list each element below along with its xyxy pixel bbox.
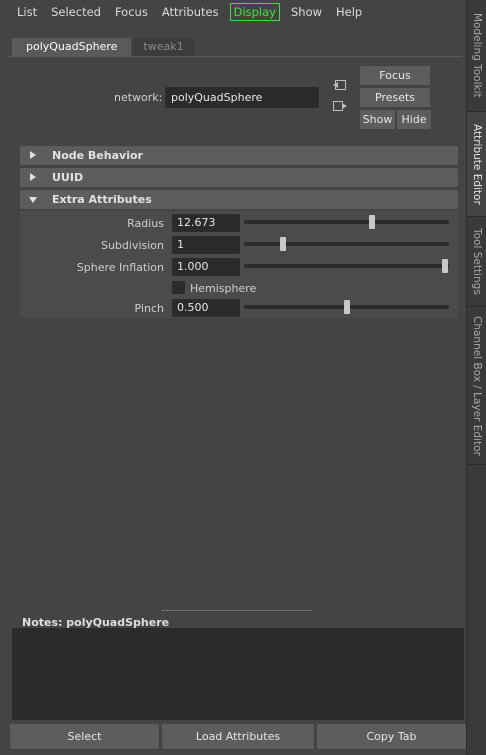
hemisphere-label: Hemisphere	[190, 282, 257, 295]
menu-bar: List Selected Focus Attributes Display S…	[0, 0, 466, 24]
side-tab-channel-box[interactable]: Channel Box / Layer Editor	[467, 307, 486, 465]
section-extra-attributes[interactable]: Extra Attributes	[20, 190, 458, 209]
slider-thumb[interactable]	[344, 300, 350, 314]
notes-textarea[interactable]	[12, 628, 464, 720]
menu-focus[interactable]: Focus	[108, 0, 155, 24]
menu-selected[interactable]: Selected	[44, 0, 108, 24]
pinch-slider[interactable]	[244, 300, 449, 314]
load-attributes-button[interactable]: Load Attributes	[162, 724, 314, 749]
side-tab-label: Modeling Toolkit	[471, 13, 483, 98]
hemisphere-checkbox[interactable]	[172, 281, 185, 294]
sphere-inflation-slider[interactable]	[244, 259, 449, 273]
tab-divider	[8, 56, 462, 57]
menu-attributes[interactable]: Attributes	[155, 0, 226, 24]
section-label: UUID	[52, 171, 84, 184]
section-node-behavior[interactable]: Node Behavior	[20, 146, 458, 165]
focus-button[interactable]: Focus	[360, 66, 430, 85]
side-tab-modeling-toolkit[interactable]: Modeling Toolkit	[467, 0, 486, 112]
notes-resize-handle[interactable]	[162, 610, 312, 611]
copy-tab-button[interactable]: Copy Tab	[317, 724, 466, 749]
pinch-field[interactable]: 0.500	[172, 299, 240, 317]
input-connection-icon[interactable]	[333, 79, 347, 91]
menu-help[interactable]: Help	[329, 0, 369, 24]
slider-thumb[interactable]	[442, 259, 448, 273]
radius-field[interactable]: 12.673	[172, 214, 240, 232]
slider-thumb[interactable]	[280, 237, 286, 251]
slider-thumb[interactable]	[369, 215, 375, 229]
menu-display[interactable]: Display	[229, 3, 280, 21]
side-tab-label: Channel Box / Layer Editor	[471, 315, 483, 456]
section-label: Node Behavior	[52, 149, 143, 162]
side-tab-label: Tool Settings	[471, 228, 483, 295]
network-field[interactable]: polyQuadSphere	[165, 87, 319, 108]
radius-slider[interactable]	[244, 215, 449, 229]
tab-polyquadsphere[interactable]: polyQuadSphere	[12, 38, 132, 56]
show-button[interactable]: Show	[360, 110, 395, 129]
tab-tweak1[interactable]: tweak1	[133, 38, 194, 56]
subdivision-field[interactable]: 1	[172, 236, 240, 254]
radius-label: Radius	[127, 217, 164, 230]
pinch-label: Pinch	[134, 302, 164, 315]
side-tab-attribute-editor[interactable]: Attribute Editor	[467, 112, 486, 217]
section-label: Extra Attributes	[52, 193, 152, 206]
side-tab-strip: Modeling Toolkit Attribute Editor Tool S…	[466, 0, 486, 755]
sphere-inflation-label: Sphere Inflation	[76, 261, 164, 274]
menu-list[interactable]: List	[10, 0, 44, 24]
expanded-arrow-icon	[29, 197, 37, 203]
sphere-inflation-field[interactable]: 1.000	[172, 258, 240, 276]
subdivision-slider[interactable]	[244, 237, 449, 251]
output-connection-icon[interactable]	[333, 100, 347, 112]
collapsed-arrow-icon	[30, 173, 36, 181]
subdivision-label: Subdivision	[100, 239, 164, 252]
collapsed-arrow-icon	[30, 151, 36, 159]
hide-button[interactable]: Hide	[397, 110, 431, 129]
select-button[interactable]: Select	[10, 724, 159, 749]
side-tab-tool-settings[interactable]: Tool Settings	[467, 217, 486, 307]
node-tabs: polyQuadSphere tweak1	[12, 38, 196, 56]
side-tab-label: Attribute Editor	[471, 123, 483, 205]
presets-button[interactable]: Presets	[360, 88, 430, 107]
menu-show[interactable]: Show	[284, 0, 329, 24]
section-uuid[interactable]: UUID	[20, 168, 458, 187]
network-label: network:	[114, 91, 163, 104]
